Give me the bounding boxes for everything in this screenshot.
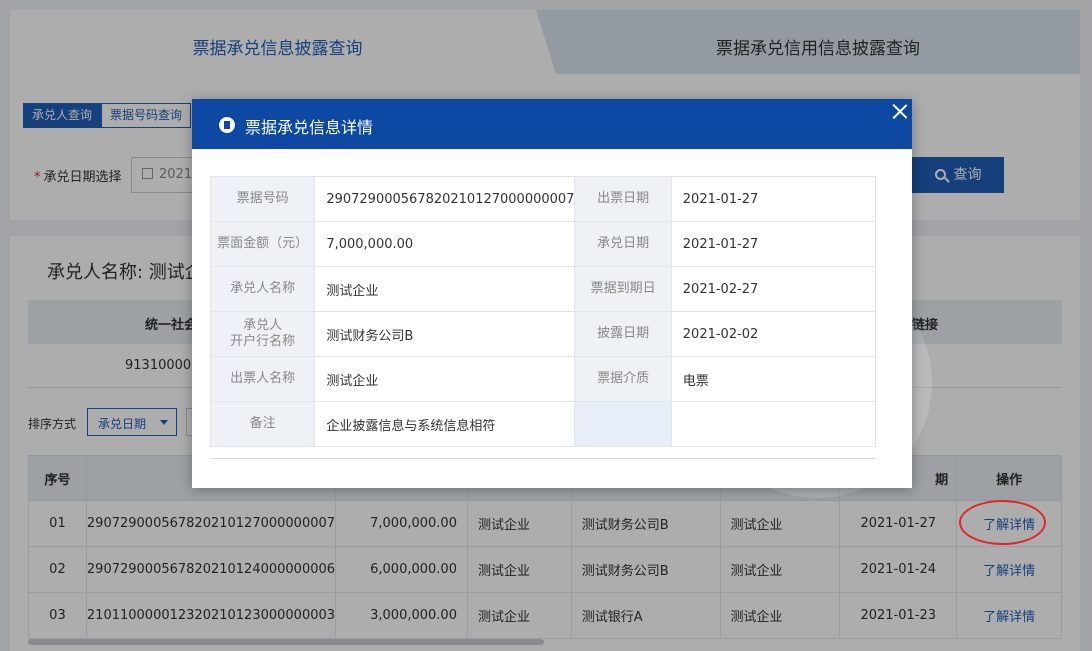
- detail-row: 出票人名称 测试企业 票据介质 电票: [209, 356, 877, 402]
- detail-value: 企业披露信息与系统信息相符: [314, 401, 576, 447]
- detail-value: 测试财务公司B: [314, 311, 576, 357]
- detail-label: 票据号码: [209, 176, 316, 222]
- close-icon[interactable]: [892, 103, 908, 119]
- detail-label: 出票人名称: [209, 356, 316, 402]
- detail-value: 7,000,000.00: [314, 221, 576, 267]
- detail-label: 票据到期日: [574, 266, 672, 312]
- modal-header: 票据承兑信息详情: [192, 99, 912, 149]
- detail-label: 出票日期: [574, 176, 672, 222]
- detail-value: 290729000567820210127000000007: [314, 176, 576, 222]
- detail-label: 备注: [209, 401, 316, 447]
- bill-detail-modal: 票据承兑信息详情 票据号码 29072900056782021012700000…: [192, 99, 912, 488]
- modal-divider: [210, 458, 876, 459]
- detail-value: 2021-01-27: [670, 176, 877, 222]
- detail-value: 电票: [670, 356, 877, 402]
- detail-value-empty: [670, 401, 877, 447]
- bill-detail-table: 票据号码 290729000567820210127000000007 出票日期…: [209, 176, 877, 447]
- document-icon: [219, 117, 235, 133]
- detail-label: 承兑人名称: [209, 266, 316, 312]
- detail-value: 2021-01-27: [670, 221, 877, 267]
- detail-row: 票据号码 290729000567820210127000000007 出票日期…: [209, 176, 877, 222]
- detail-row: 承兑人名称 测试企业 票据到期日 2021-02-27: [209, 266, 877, 312]
- detail-value: 测试企业: [314, 356, 576, 402]
- detail-label: 披露日期: [574, 311, 672, 357]
- modal-title: 票据承兑信息详情: [245, 118, 374, 137]
- detail-row: 备注 企业披露信息与系统信息相符: [209, 401, 877, 447]
- detail-label-empty: [574, 401, 672, 447]
- detail-label: 承兑人 开户行名称: [209, 311, 316, 357]
- detail-row: 承兑人 开户行名称 测试财务公司B 披露日期 2021-02-02: [209, 311, 877, 357]
- detail-value: 2021-02-02: [670, 311, 877, 357]
- detail-label: 票面金额（元）: [209, 221, 316, 267]
- highlight-circle: [959, 500, 1046, 545]
- detail-row: 票面金额（元） 7,000,000.00 承兑日期 2021-01-27: [209, 221, 877, 267]
- detail-label: 承兑日期: [574, 221, 672, 267]
- detail-value: 测试企业: [314, 266, 576, 312]
- detail-label: 票据介质: [574, 356, 672, 402]
- detail-value: 2021-02-27: [670, 266, 877, 312]
